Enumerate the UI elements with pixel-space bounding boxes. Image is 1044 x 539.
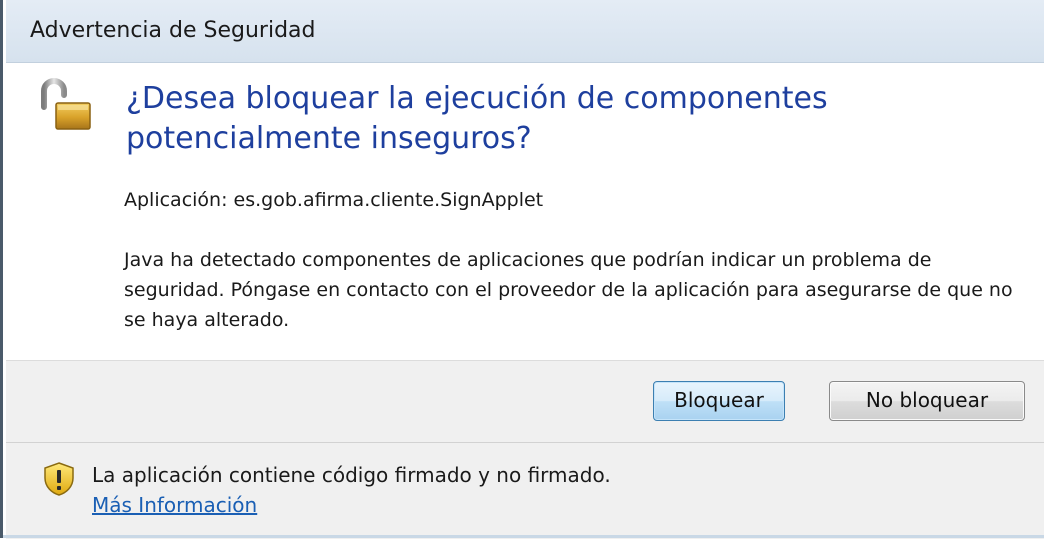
signed-unsigned-notice: La aplicación contiene código firmado y …	[92, 463, 611, 487]
block-button[interactable]: Bloquear	[653, 381, 785, 421]
warning-shield-icon	[41, 461, 77, 497]
dialog-content: ¿Desea bloquear la ejecución de componen…	[6, 63, 1044, 360]
dialog-heading: ¿Desea bloquear la ejecución de componen…	[126, 81, 828, 156]
dialog-footer: La aplicación contiene código firmado y …	[6, 442, 1044, 539]
more-info-link[interactable]: Más Información	[92, 493, 257, 517]
dont-block-button[interactable]: No bloquear	[829, 381, 1025, 421]
application-name: Aplicación: es.gob.afirma.cliente.SignAp…	[124, 189, 544, 211]
padlock-open-icon	[38, 77, 94, 133]
security-warning-dialog: Advertencia de Seguridad ¿Desea bloquear…	[0, 0, 1044, 539]
warning-message: Java ha detectado componentes de aplicac…	[124, 249, 1013, 331]
title-bar[interactable]: Advertencia de Seguridad	[6, 0, 1044, 63]
button-bar: Bloquear No bloquear	[6, 360, 1044, 443]
window-title: Advertencia de Seguridad	[30, 18, 316, 43]
